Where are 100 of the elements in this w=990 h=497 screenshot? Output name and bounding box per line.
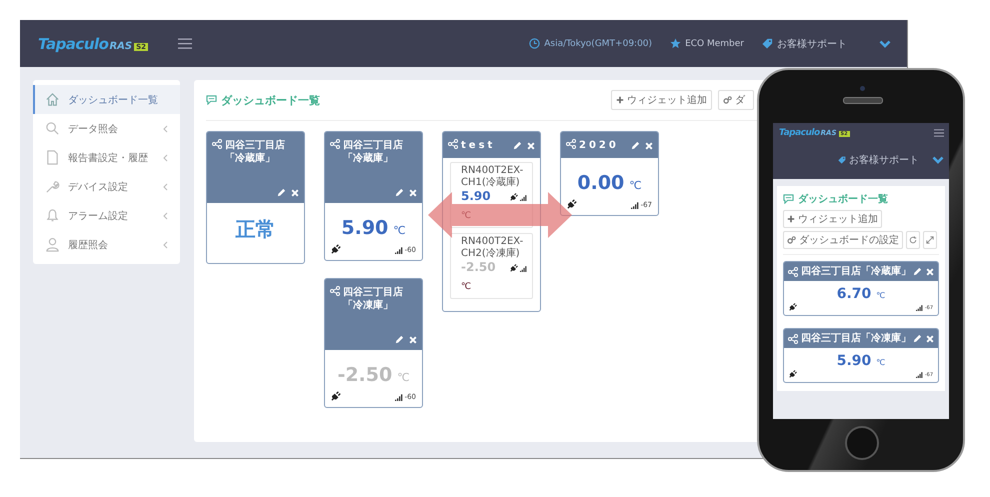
- plus-icon: [616, 96, 624, 104]
- signal-icon: [916, 304, 923, 311]
- page-title: ダッシュボード一覧: [798, 192, 888, 206]
- plug-icon: [331, 243, 342, 254]
- share-icon: [448, 139, 458, 149]
- signal-icon: [630, 201, 639, 209]
- pencil-icon[interactable]: [913, 267, 922, 276]
- gears-icon: [723, 96, 732, 104]
- share-icon: [330, 286, 340, 296]
- document-icon: [45, 150, 60, 165]
- sidebar-item[interactable]: データ照会: [33, 114, 180, 143]
- dashboard-settings-button[interactable]: ダッシュボードの設定: [783, 231, 903, 249]
- share-icon: [788, 334, 798, 344]
- temperature-value: 5.90: [341, 217, 388, 239]
- add-widget-button[interactable]: ウィジェット追加: [611, 90, 712, 110]
- widget-title: test: [461, 139, 496, 152]
- unit-label: ℃: [629, 179, 642, 192]
- widget-title: 四谷三丁目店「冷蔵庫」: [343, 139, 404, 165]
- close-icon[interactable]: [291, 188, 299, 196]
- support-link[interactable]: お客様サポート: [777, 36, 847, 50]
- pencil-icon[interactable]: [277, 188, 286, 197]
- close-icon[interactable]: [409, 336, 417, 344]
- unit-label: ℃: [876, 358, 886, 367]
- bell-icon: [45, 208, 60, 223]
- temperature-value: 0.00: [577, 172, 624, 194]
- widget-title: 四谷三丁目店「冷蔵庫」: [225, 139, 286, 165]
- signal-icon: [394, 393, 403, 401]
- signal-icon: [394, 246, 403, 254]
- plus-icon: [787, 215, 795, 223]
- expand-button[interactable]: [923, 231, 937, 249]
- plug-icon: [510, 262, 519, 272]
- logo-text: Tapaculo: [38, 34, 108, 52]
- pencil-icon[interactable]: [395, 188, 404, 197]
- temperature-value: 5.90: [836, 353, 872, 369]
- temperature-value: 6.70: [836, 286, 872, 302]
- close-icon[interactable]: [926, 334, 934, 342]
- refresh-icon: [909, 236, 917, 244]
- status-text: 正常: [236, 216, 276, 243]
- close-icon[interactable]: [527, 142, 535, 150]
- plug-icon: [789, 302, 798, 311]
- home-icon: [45, 92, 60, 107]
- membership-label: ECO Member: [685, 38, 744, 48]
- logo-suffix: RAS: [109, 40, 132, 52]
- sidebar-item[interactable]: アラーム設定: [33, 201, 180, 230]
- temperature-value: -2.50: [337, 364, 392, 386]
- logo-text: Tapaculo: [779, 128, 820, 138]
- close-icon[interactable]: [926, 268, 934, 276]
- share-icon: [788, 266, 798, 276]
- add-widget-button[interactable]: ウィジェット追加: [783, 210, 882, 228]
- menu-icon[interactable]: [934, 129, 944, 137]
- temperature-value: 5.90: [461, 189, 491, 203]
- speaker-icon: [843, 97, 883, 104]
- page-title: ダッシュボード一覧: [221, 92, 320, 108]
- search-icon: [45, 121, 60, 136]
- widget-title: 四谷三丁目店「冷蔵庫」: [801, 265, 910, 278]
- share-icon: [566, 139, 576, 149]
- share-icon: [212, 139, 222, 149]
- widget-title: 四谷三丁目店「冷凍庫」: [801, 332, 910, 345]
- plug-icon: [789, 369, 798, 378]
- timezone-label: Asia/Tokyo(GMT+09:00): [544, 38, 652, 48]
- unit-label: ℃: [393, 224, 406, 237]
- pencil-icon[interactable]: [513, 141, 522, 150]
- unit-label: ℃: [461, 211, 472, 221]
- tag-icon: [762, 38, 773, 49]
- pencil-icon[interactable]: [913, 334, 922, 343]
- sidebar-item[interactable]: 履歴照会: [33, 230, 180, 259]
- home-button[interactable]: [845, 426, 879, 460]
- tag-icon: [838, 156, 846, 164]
- chat-icon: [783, 194, 794, 204]
- close-icon[interactable]: [645, 142, 653, 150]
- sidebar-item[interactable]: ダッシュボード一覧: [33, 85, 180, 114]
- unit-label: ℃: [461, 282, 472, 292]
- support-link[interactable]: お客様サポート: [849, 153, 919, 167]
- plug-icon: [510, 192, 519, 200]
- plug-icon: [567, 198, 578, 209]
- clock-icon: [529, 38, 540, 49]
- signal-icon: [916, 371, 923, 378]
- temperature-value: -2.50: [461, 260, 496, 274]
- close-icon[interactable]: [409, 188, 417, 196]
- plug-icon: [331, 390, 342, 401]
- camera-icon: [860, 86, 865, 91]
- chat-icon: [206, 95, 217, 105]
- share-icon: [330, 139, 340, 149]
- pencil-icon[interactable]: [395, 335, 404, 344]
- sidebar-item[interactable]: デバイス設定: [33, 172, 180, 201]
- refresh-button[interactable]: [906, 231, 920, 249]
- menu-icon[interactable]: [178, 38, 192, 50]
- chevron-down-icon[interactable]: [932, 156, 944, 164]
- gears-icon: [787, 236, 796, 244]
- signal-icon: [520, 264, 527, 272]
- signal-icon: [520, 194, 527, 200]
- expand-icon: [926, 236, 934, 244]
- sidebar-item[interactable]: 報告書設定・履歴: [33, 143, 180, 172]
- pencil-icon[interactable]: [631, 141, 640, 150]
- person-icon: [45, 237, 60, 252]
- widget-title: 四谷三丁目店「冷凍庫」: [343, 286, 404, 312]
- unit-label: ℃: [876, 291, 886, 300]
- chevron-down-icon[interactable]: [879, 40, 891, 48]
- channel-name: RN400T2EX-CH1(冷蔵庫): [461, 165, 524, 189]
- dashboard-button[interactable]: ダ: [718, 90, 754, 110]
